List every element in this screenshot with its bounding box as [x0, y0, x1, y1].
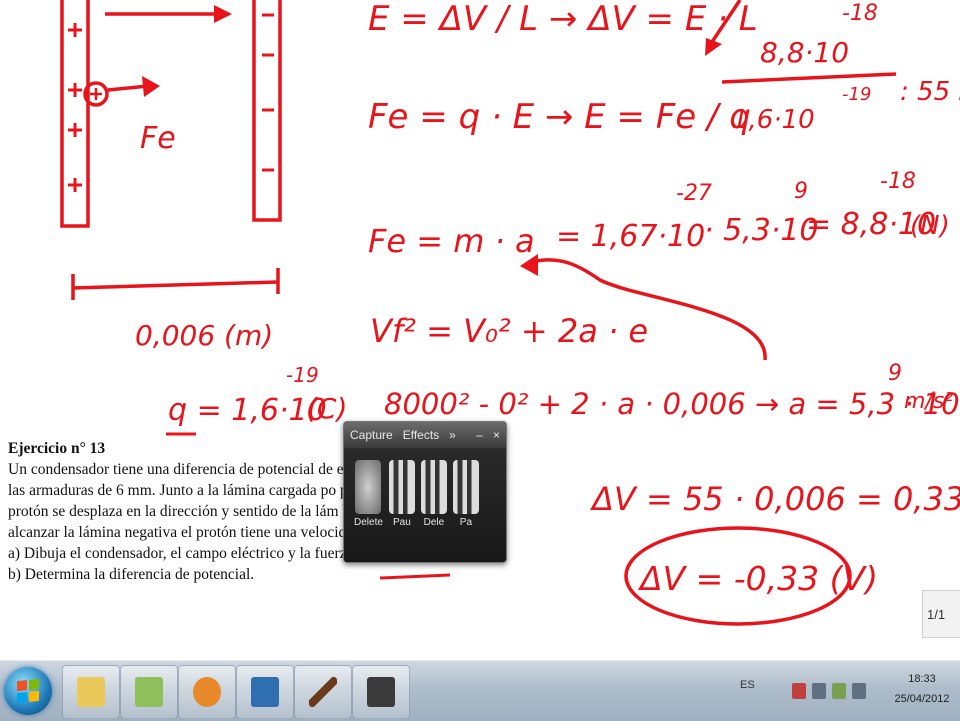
taskbar-app-camera[interactable]	[352, 665, 410, 719]
volume-icon[interactable]	[852, 683, 866, 699]
clock[interactable]: 18:33 25/04/2012	[892, 669, 952, 709]
system-tray: ES 18:33 25/04/2012	[732, 661, 960, 721]
capture-menu[interactable]: Capture	[350, 428, 393, 442]
plus-signs	[68, 23, 82, 192]
charge-exponent: -19	[286, 363, 319, 387]
kinematics-exponent: 9	[888, 361, 902, 386]
fe-qe-formula: Fe = q · E → E = Fe / q	[368, 97, 751, 137]
capture-tools: Delete Pau Dele Pa	[354, 460, 498, 530]
effects-menu[interactable]: Effects	[403, 428, 439, 442]
taskbar-app-pen[interactable]	[294, 665, 352, 719]
alert-icon[interactable]	[792, 683, 806, 699]
e-result: : 55 N/C	[900, 77, 960, 107]
distance-label: 0,006 (m)	[135, 319, 273, 352]
fe-ma-label: Fe = m · a	[368, 222, 535, 260]
capture-menubar: Capture Effects » – ×	[344, 422, 506, 448]
notepad-app-icon	[135, 677, 163, 707]
charge-label: q = 1,6·10	[168, 393, 327, 428]
fe-ma-value: = 1,67·10	[556, 219, 705, 254]
taskbar-app-explorer[interactable]	[62, 665, 120, 719]
taskbar-app-files[interactable]	[236, 665, 294, 719]
minus-signs	[262, 13, 274, 172]
taskbar-app-notepad[interactable]	[120, 665, 178, 719]
fe-ma-mid: · 5,3·10	[704, 213, 819, 248]
delete-tool-button[interactable]: Delete	[354, 460, 383, 530]
delta-v-answer: ΔV = -0,33 (V)	[637, 559, 878, 598]
exercise-question-b: b) Determina la diferencia de potencial.	[8, 566, 255, 583]
clock-time: 18:33	[908, 673, 936, 685]
windows-taskbar: ES 18:33 25/04/2012	[0, 660, 960, 721]
trash-icon	[420, 460, 447, 514]
fe-ma-exponent-1: -27	[676, 181, 712, 206]
pause-icon	[388, 460, 415, 514]
battery-icon[interactable]	[832, 683, 846, 699]
delta-v-calc: ΔV = 55 · 0,006 = 0,33 (V)	[589, 480, 960, 518]
minimize-button[interactable]: –	[476, 428, 483, 442]
explorer-folder-icon	[77, 677, 105, 707]
close-button[interactable]: ×	[493, 428, 500, 442]
file-manager-icon	[251, 677, 279, 707]
force-arrow-icon	[142, 76, 160, 97]
field-arrow-icon	[214, 5, 232, 23]
pen-tool-icon	[309, 677, 337, 707]
kinematics-formula: Vf² = V₀² + 2a · e	[370, 312, 648, 350]
kinematics-numbers: 8000² - 0² + 2 · a · 0,006 → a = 5,3 · 1…	[384, 387, 960, 421]
e-numerator: 8,8·10	[760, 36, 849, 69]
page-counter: 1/1	[922, 590, 960, 638]
fe-ma-exponent-3: -18	[880, 169, 916, 194]
kinematics-unit: m/s²	[904, 389, 953, 414]
camera-app-icon	[367, 677, 395, 707]
capture-toolbar[interactable]: Capture Effects » – × Delete Pau Dele Pa	[343, 421, 507, 563]
delta-v-formula: E = ΔV / L → ΔV = E · L	[368, 0, 758, 39]
e-denominator-exponent: -19	[842, 84, 871, 105]
media-player-icon	[193, 677, 221, 707]
dele-tool-button[interactable]: Dele	[420, 460, 447, 530]
more-menu-icon[interactable]: »	[449, 428, 456, 442]
start-button[interactable]	[4, 667, 52, 715]
charge-unit: (C)	[306, 392, 347, 425]
fe-ma-unit: (N)	[910, 211, 950, 241]
e-denominator: 1,6·10	[732, 105, 815, 135]
pen-icon	[452, 460, 479, 514]
fe-arrow-label: Fe	[140, 121, 176, 156]
fe-ma-exponent-2: 9	[794, 179, 808, 204]
taskbar-app-media[interactable]	[178, 665, 236, 719]
language-indicator[interactable]: ES	[740, 679, 755, 691]
clock-date: 25/04/2012	[894, 693, 950, 705]
network-icon[interactable]	[812, 683, 826, 699]
pause-tool-button[interactable]: Pau	[388, 460, 415, 530]
pa-tool-button[interactable]: Pa	[452, 460, 479, 530]
e-numerator-exponent: -18	[842, 1, 878, 26]
windows-logo-icon	[17, 678, 39, 704]
delete-icon	[355, 460, 382, 514]
whiteboard-canvas[interactable]: Fe 0,006 (m) q = 1,6·10 -19 (C) E = ΔV /…	[0, 0, 960, 660]
